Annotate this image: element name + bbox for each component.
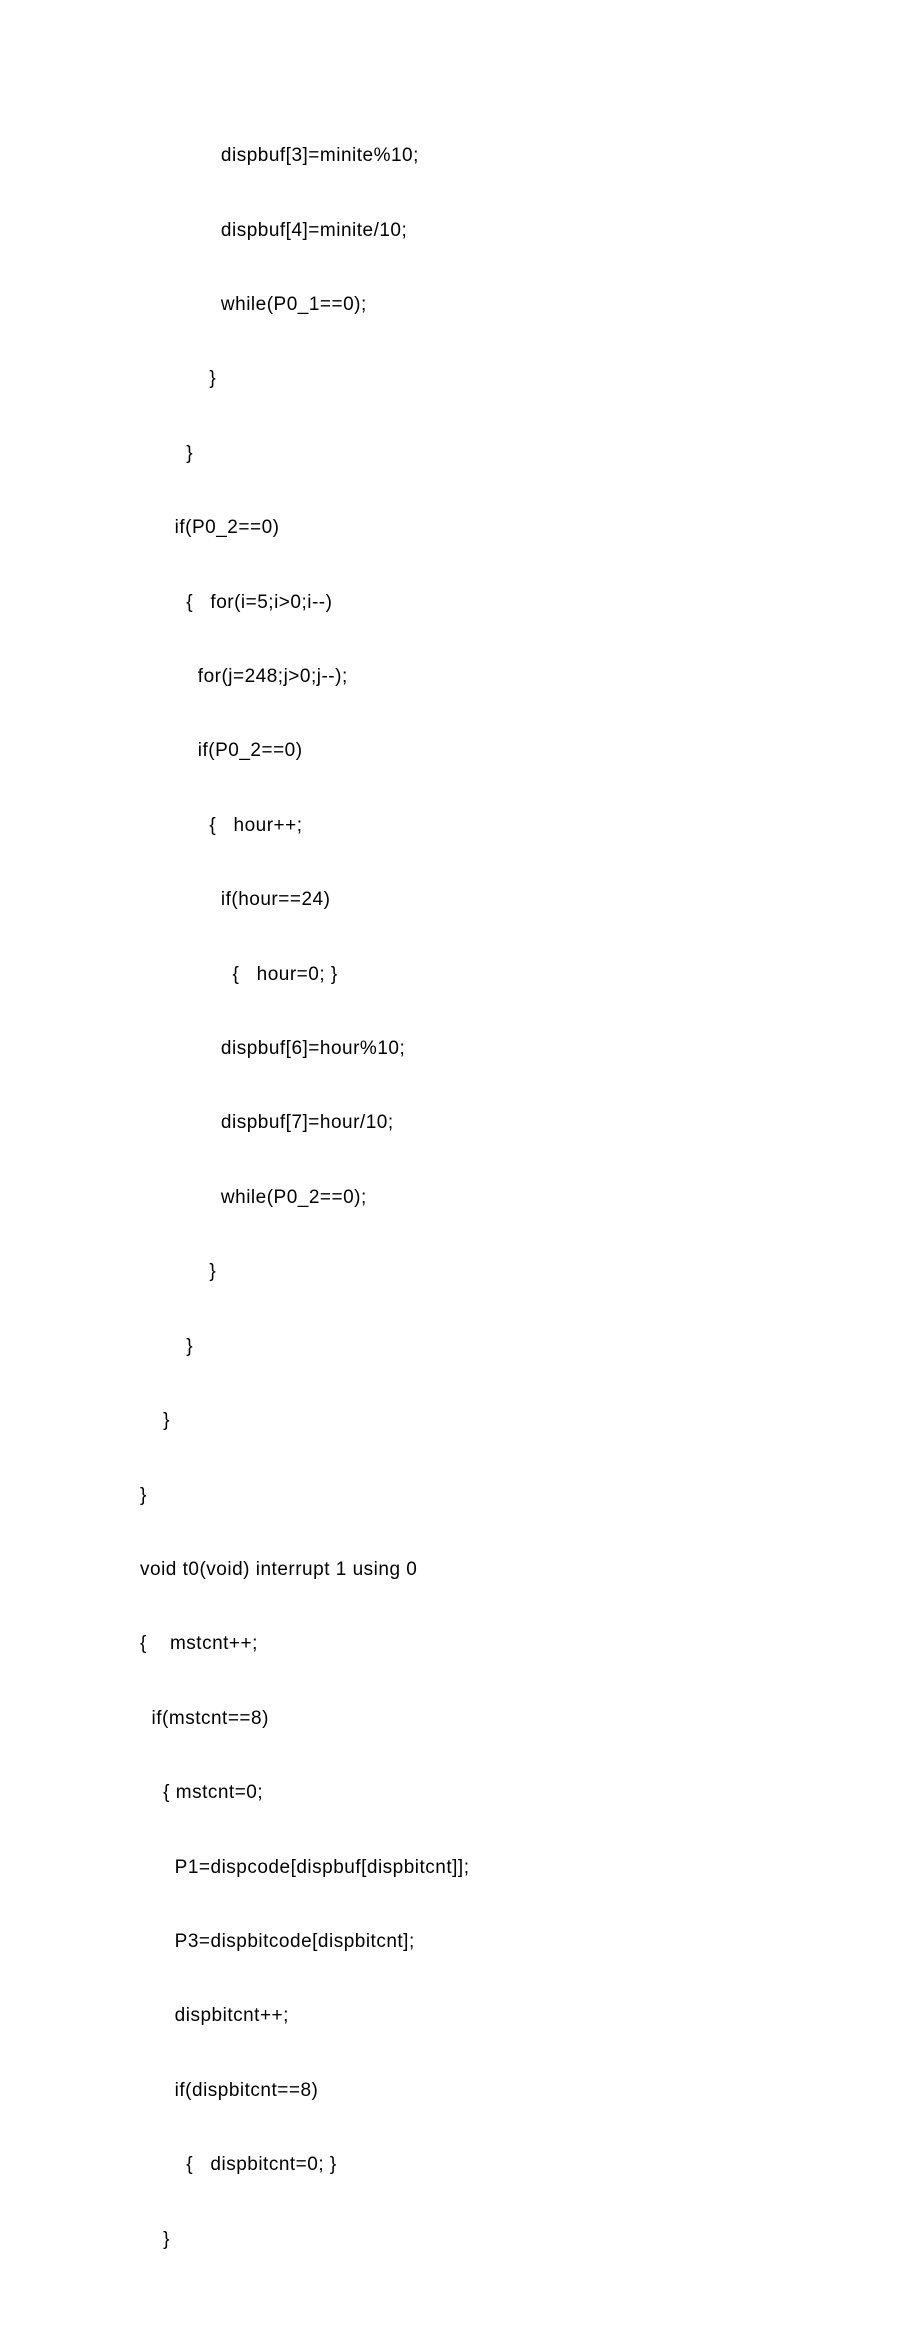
code-line: if(P0_2==0) <box>140 509 780 546</box>
code-line: if(mstcnt==8) <box>140 1700 780 1737</box>
code-page: dispbuf[3]=minite%10; dispbuf[4]=minite/… <box>0 0 920 2335</box>
code-line: { hour=0; } <box>140 956 780 993</box>
code-line: } <box>140 360 780 397</box>
code-line: P1=dispcode[dispbuf[dispbitcnt]]; <box>140 1849 780 1886</box>
code-line: } <box>140 1477 780 1514</box>
code-line: } <box>140 1402 780 1439</box>
code-line: if(P0_2==0) <box>140 732 780 769</box>
code-line: } <box>140 1328 780 1365</box>
code-line: dispbuf[4]=minite/10; <box>140 212 780 249</box>
code-line: dispbuf[3]=minite%10; <box>140 137 780 174</box>
code-line: } <box>140 2221 780 2258</box>
code-line: for(j=248;j>0;j--); <box>140 658 780 695</box>
code-line: dispbitcnt++; <box>140 1997 780 2034</box>
code-line: while(P0_2==0); <box>140 1179 780 1216</box>
code-line: while(P0_1==0); <box>140 286 780 323</box>
code-line: { for(i=5;i>0;i--) <box>140 584 780 621</box>
code-line: } <box>140 435 780 472</box>
code-line: P3=dispbitcode[dispbitcnt]; <box>140 1923 780 1960</box>
code-line: dispbuf[7]=hour/10; <box>140 1104 780 1141</box>
code-line: { mstcnt++; <box>140 1625 780 1662</box>
code-line: } <box>140 1253 780 1290</box>
code-line: if(dispbitcnt==8) <box>140 2072 780 2109</box>
code-line: { mstcnt=0; <box>140 1774 780 1811</box>
code-line: { dispbitcnt=0; } <box>140 2146 780 2183</box>
code-line: void t0(void) interrupt 1 using 0 <box>140 1551 780 1588</box>
code-line: if(hour==24) <box>140 881 780 918</box>
code-line: { hour++; <box>140 807 780 844</box>
code-line: dispbuf[6]=hour%10; <box>140 1030 780 1067</box>
